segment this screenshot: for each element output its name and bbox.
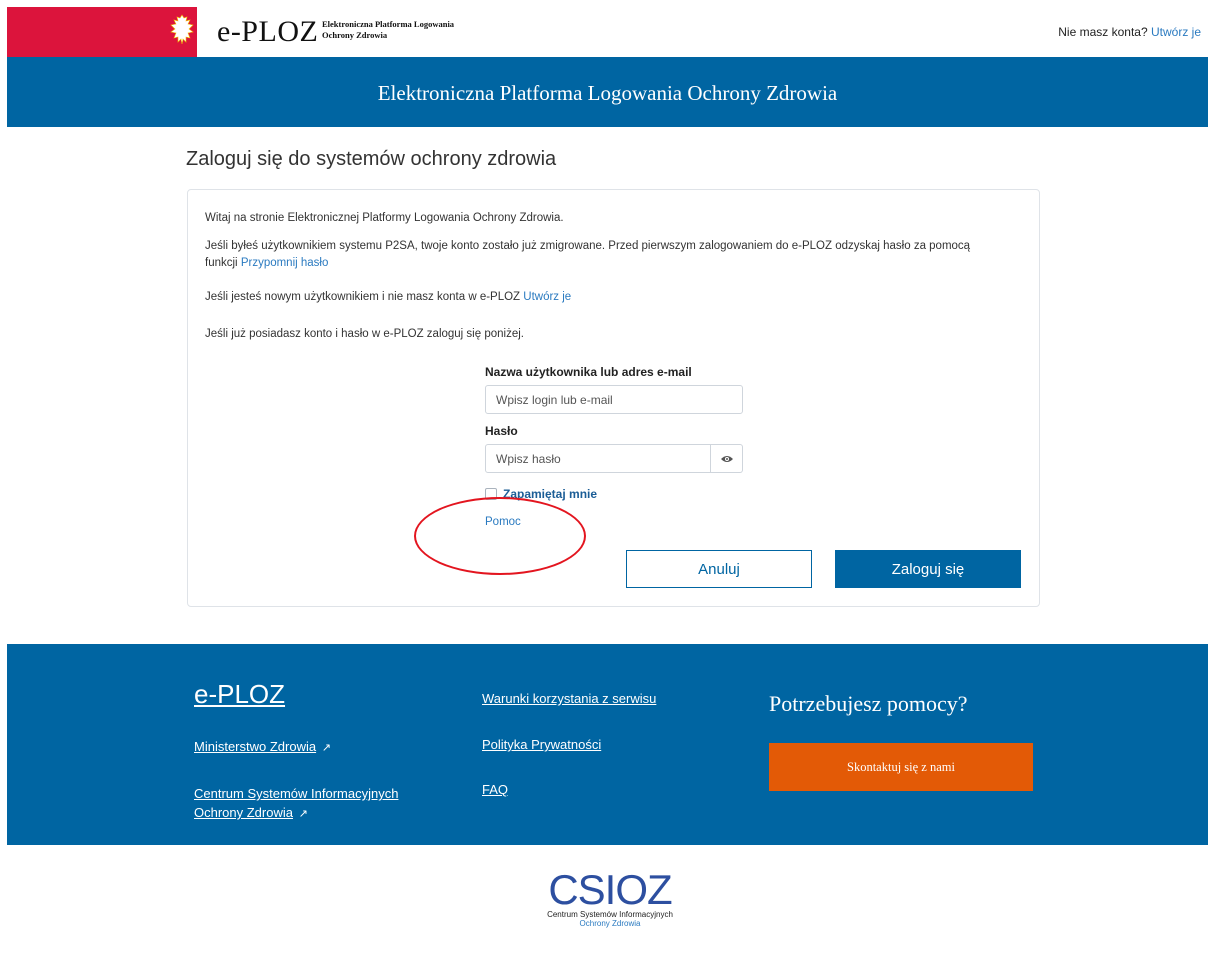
login-card: Witaj na stronie Elektronicznej Platform… <box>187 189 1040 607</box>
new-user-info: Jeśli jesteś nowym użytkownikiem i nie m… <box>205 289 571 306</box>
csioz-link-line1[interactable]: Centrum Systemów Informacyjnych <box>194 786 398 801</box>
username-label: Nazwa użytkownika lub adres e-mail <box>485 365 692 379</box>
faq-link[interactable]: FAQ <box>482 780 508 799</box>
logo-subtitle-line2: Ochrony Zdrowia <box>322 30 388 40</box>
hero-title: Elektroniczna Platforma Logowania Ochron… <box>377 81 838 105</box>
logo-subtitle: Elektroniczna Platforma Logowania Ochron… <box>322 19 454 41</box>
existing-user-text: Jeśli już posiadasz konto i hasło w e-PL… <box>205 328 524 340</box>
csioz-logo: CSIOZ Centrum Systemów Informacyjnych Oc… <box>535 866 685 929</box>
csioz-link-wrap: Centrum Systemów Informacyjnych Ochrony … <box>194 784 398 824</box>
logo-text[interactable]: e-PLOZ <box>217 15 318 49</box>
annotation-circle <box>414 497 586 575</box>
polish-eagle-icon <box>170 14 194 45</box>
eye-icon <box>720 455 733 462</box>
csioz-logo-line1: Centrum Systemów Informacyjnych <box>547 910 673 919</box>
password-placeholder: Wpisz hasło <box>496 451 561 466</box>
password-label: Hasło <box>485 424 518 438</box>
logo-subtitle-line1: Elektroniczna Platforma Logowania <box>322 19 455 29</box>
no-account-text: Nie masz konta? <box>1058 25 1148 39</box>
ministry-link-wrap: Ministerstwo Zdrowia ↗ <box>194 737 331 758</box>
footer: e-PLOZ Ministerstwo Zdrowia ↗ Centrum Sy… <box>7 644 1208 845</box>
migration-text-2: funkcji <box>205 257 238 269</box>
help-title: Potrzebujesz pomocy? <box>769 691 968 716</box>
external-link-icon: ↗ <box>298 808 308 820</box>
external-link-icon: ↗ <box>321 742 331 754</box>
welcome-text: Witaj na stronie Elektronicznej Platform… <box>205 212 564 224</box>
show-password-toggle[interactable] <box>711 444 743 473</box>
username-input[interactable]: Wpisz login lub e-mail <box>485 385 743 414</box>
page-title: Zaloguj się do systemów ochrony zdrowia <box>186 148 557 170</box>
csioz-link-line2[interactable]: Ochrony Zdrowia <box>194 805 293 820</box>
contact-button[interactable]: Skontaktuj się z nami <box>769 743 1033 791</box>
top-bar: e-PLOZ Elektroniczna Platforma Logowania… <box>7 7 1208 57</box>
migration-info: Jeśli byłeś użytkownikiem systemu P2SA, … <box>205 238 1025 272</box>
reset-password-link[interactable]: Przypomnij hasło <box>241 257 329 269</box>
password-row: Wpisz hasło <box>485 444 743 473</box>
terms-link[interactable]: Warunki korzystania z serwisu <box>482 689 656 708</box>
login-button[interactable]: Zaloguj się <box>835 550 1021 588</box>
ministry-link[interactable]: Ministerstwo Zdrowia <box>194 739 316 754</box>
create-account-card-link[interactable]: Utwórz je <box>523 291 571 303</box>
password-input[interactable]: Wpisz hasło <box>485 444 711 473</box>
footer-brand-link[interactable]: e-PLOZ <box>194 679 285 710</box>
privacy-link[interactable]: Polityka Prywatności <box>482 735 601 754</box>
new-user-text: Jeśli jesteś nowym użytkownikiem i nie m… <box>205 291 521 303</box>
csioz-logo-line2: Ochrony Zdrowia <box>579 919 641 928</box>
hero-banner: Elektroniczna Platforma Logowania Ochron… <box>7 57 1208 127</box>
cancel-button[interactable]: Anuluj <box>626 550 812 588</box>
csioz-logo-mark: CSIOZ <box>548 866 672 913</box>
username-placeholder: Wpisz login lub e-mail <box>496 392 613 407</box>
no-account-prompt: Nie masz konta? Utwórz je <box>1058 25 1201 39</box>
migration-text: Jeśli byłeś użytkownikiem systemu P2SA, … <box>205 240 971 252</box>
create-account-link[interactable]: Utwórz je <box>1151 25 1201 39</box>
